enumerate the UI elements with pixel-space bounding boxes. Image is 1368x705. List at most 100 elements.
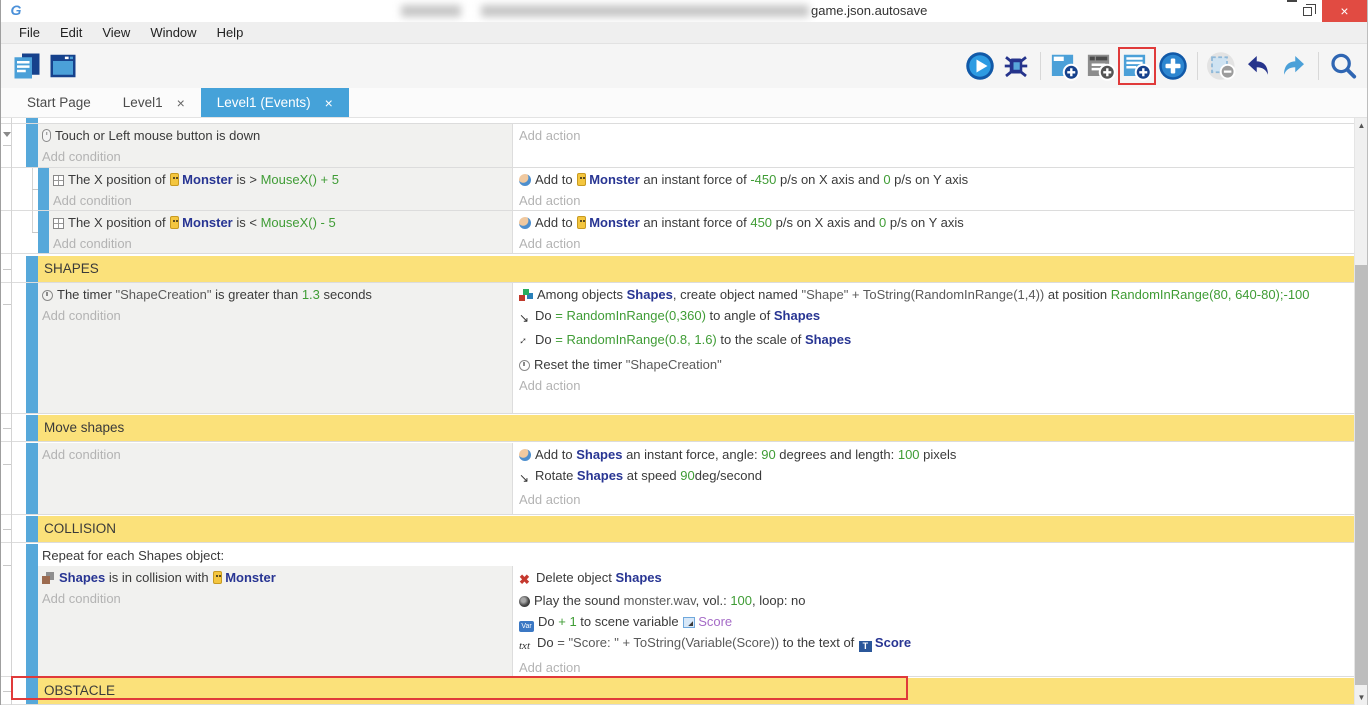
action-line[interactable]: Do = RandomInRange(0.8, 1.6) to the scal… — [519, 329, 1348, 354]
text-segment: degrees and length: — [776, 447, 898, 462]
app-window: G game.json.autosave × FileEditViewWindo… — [0, 0, 1368, 705]
group-header-move-shapes[interactable]: Move shapes — [38, 415, 1356, 441]
scene-window-icon[interactable] — [47, 50, 79, 82]
text-segment: 90 — [680, 468, 694, 483]
monster-icon — [170, 173, 179, 186]
restore-button[interactable] — [1292, 0, 1322, 22]
repeat-event-header[interactable]: Repeat for each Shapes object: — [38, 544, 1356, 566]
conditions-cell[interactable]: Add condition — [38, 443, 512, 514]
tab-level1[interactable]: Level1× — [107, 88, 201, 117]
condition-add-link[interactable]: Add condition — [53, 190, 508, 211]
close-button[interactable]: × — [1322, 0, 1367, 22]
action-add-link[interactable]: Add action — [519, 375, 1348, 396]
action-line[interactable]: Do = "Score: " + ToString(Variable(Score… — [519, 632, 1348, 657]
condition-add-link[interactable]: Add condition — [42, 146, 508, 167]
condition-line[interactable]: Shapes is in collision with Monster — [42, 567, 508, 588]
text-segment: an instant force of — [640, 172, 751, 187]
tab-level1-events-[interactable]: Level1 (Events)× — [201, 88, 349, 117]
action-line[interactable]: Add to Shapes an instant force, angle: 9… — [519, 444, 1348, 465]
toolbar-right-group — [962, 50, 1361, 82]
action-line[interactable]: Do + 1 to scene variable Score — [519, 611, 1348, 632]
action-line[interactable]: Do = RandomInRange(0,360) to angle of Sh… — [519, 305, 1348, 329]
delete-event-icon[interactable] — [1206, 50, 1238, 82]
menu-file[interactable]: File — [9, 22, 50, 44]
tree-tick — [3, 269, 11, 270]
action-line[interactable]: Add to Monster an instant force of -450 … — [519, 169, 1348, 190]
tab-start-page[interactable]: Start Page — [11, 88, 107, 117]
condition-add-link[interactable]: Add condition — [42, 588, 508, 609]
condition-line[interactable]: The X position of Monster is < MouseX() … — [53, 212, 508, 233]
text-segment: Monster — [182, 215, 233, 230]
project-manager-icon[interactable] — [11, 50, 43, 82]
action-line[interactable]: Rotate Shapes at speed 90deg/second — [519, 465, 1348, 489]
text-segment: Do — [535, 308, 555, 323]
r-timer: The timer "ShapeCreation" is greater tha… — [1, 283, 1356, 414]
scroll-up-arrow-icon[interactable]: ▲ — [1355, 118, 1368, 133]
text-segment: , create object named — [673, 287, 802, 302]
text-segment: to the text of — [779, 635, 858, 650]
collapse-arrow[interactable] — [3, 132, 11, 137]
menu-edit[interactable]: Edit — [50, 22, 92, 44]
text-segment: an instant force, angle: — [622, 447, 761, 462]
menu-help[interactable]: Help — [207, 22, 254, 44]
g-collision: COLLISION — [1, 516, 1356, 543]
scroll-down-arrow-icon[interactable]: ▼ — [1355, 690, 1368, 705]
action-line[interactable]: Among objects Shapes, create object name… — [519, 284, 1348, 305]
action-line[interactable]: Play the sound monster.wav, vol.: 100, l… — [519, 590, 1348, 611]
action-add-link[interactable]: Add action — [519, 657, 1348, 678]
action-add-link[interactable]: Add action — [519, 489, 1348, 510]
search-icon[interactable] — [1327, 50, 1359, 82]
text-segment: 1.3 — [302, 287, 320, 302]
actions-cell[interactable]: Add to Monster an instant force of -450 … — [512, 168, 1356, 210]
redo-icon[interactable] — [1278, 50, 1310, 82]
action-line[interactable]: Delete object Shapes — [519, 567, 1348, 590]
group-header-collision[interactable]: COLLISION — [38, 516, 1356, 542]
text-segment: p/s on X axis and — [772, 215, 879, 230]
minimize-button[interactable] — [1262, 0, 1292, 22]
add-event-icon[interactable] — [1049, 50, 1081, 82]
add-comment-icon[interactable] — [1121, 50, 1153, 82]
condition-line[interactable]: Touch or Left mouse button is down — [42, 125, 508, 146]
conditions-cell[interactable]: The X position of Monster is < MouseX() … — [49, 211, 512, 253]
play-icon[interactable] — [964, 50, 996, 82]
conditions-cell[interactable]: The X position of Monster is > MouseX() … — [49, 168, 512, 210]
text-segment: mouse button is down — [130, 128, 260, 143]
condition-add-link[interactable]: Add condition — [42, 444, 508, 465]
actions-cell[interactable]: Add to Monster an instant force of 450 p… — [512, 211, 1356, 253]
condition-line[interactable]: The timer "ShapeCreation" is greater tha… — [42, 284, 508, 305]
vertical-scrollbar[interactable]: ▲ ▼ — [1354, 118, 1367, 705]
action-add-link[interactable]: Add action — [519, 190, 1348, 211]
monster-icon — [213, 571, 222, 584]
conditions-cell[interactable]: The timer "ShapeCreation" is greater tha… — [38, 283, 512, 413]
actions-cell[interactable]: Add to Shapes an instant force, angle: 9… — [512, 443, 1356, 514]
text-segment: p/s on X axis and — [776, 172, 883, 187]
actions-cell[interactable]: Among objects Shapes, create object name… — [512, 283, 1356, 413]
actions-cell[interactable]: Delete object ShapesPlay the sound monst… — [512, 566, 1356, 676]
menu-window[interactable]: Window — [140, 22, 206, 44]
action-line[interactable]: Reset the timer "ShapeCreation" — [519, 354, 1348, 375]
action-line[interactable]: Add to Monster an instant force of 450 p… — [519, 212, 1348, 233]
action-add-link[interactable]: Add action — [519, 233, 1348, 254]
text-segment: Play the sound — [534, 593, 624, 608]
condition-add-link[interactable]: Add condition — [53, 233, 508, 254]
event-bar — [26, 443, 38, 514]
group-header-obstacle[interactable]: OBSTACLE — [38, 678, 1356, 704]
close-tab-icon[interactable]: × — [325, 95, 333, 111]
action-add-link[interactable]: Add action — [519, 125, 1348, 146]
condition-add-link[interactable]: Add condition — [42, 305, 508, 326]
group-header-shapes[interactable]: SHAPES — [38, 256, 1356, 282]
debug-icon[interactable] — [1000, 50, 1032, 82]
r-repeat: Repeat for each Shapes object:Shapes is … — [1, 544, 1356, 677]
text-segment: at speed — [623, 468, 680, 483]
condition-line[interactable]: The X position of Monster is > MouseX() … — [53, 169, 508, 190]
conditions-cell[interactable]: Touch or Left mouse button is downAdd co… — [38, 124, 512, 167]
add-subevent-icon[interactable] — [1085, 50, 1117, 82]
conditions-cell[interactable]: Shapes is in collision with MonsterAdd c… — [38, 566, 512, 676]
close-tab-icon[interactable]: × — [177, 95, 185, 111]
scrollbar-thumb[interactable] — [1355, 265, 1368, 685]
actions-cell[interactable]: Add action — [512, 124, 1356, 167]
menu-view[interactable]: View — [92, 22, 140, 44]
undo-icon[interactable] — [1242, 50, 1274, 82]
text-segment: "Shape" + ToString(RandomInRange(1,4)) — [802, 287, 1045, 302]
add-choose-icon[interactable] — [1157, 50, 1189, 82]
